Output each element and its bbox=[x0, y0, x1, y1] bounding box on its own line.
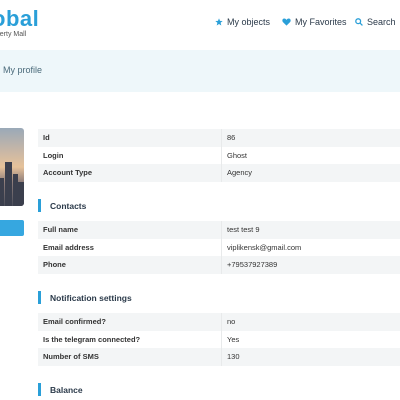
row-value: Agency bbox=[221, 164, 252, 182]
row-value: test test 9 bbox=[221, 221, 260, 239]
section-notification-settings: Notification settings bbox=[38, 291, 132, 304]
section-balance: Balance bbox=[38, 383, 83, 396]
table-row: Id 86 bbox=[38, 129, 400, 147]
row-key: Full name bbox=[43, 225, 79, 235]
breadcrumb: My profile bbox=[3, 65, 43, 75]
logo-wordmark: obal bbox=[0, 6, 40, 31]
row-key: Login bbox=[43, 150, 64, 160]
section-title: Contacts bbox=[50, 200, 87, 211]
row-value: 86 bbox=[221, 129, 235, 147]
account-info-table: Id 86 Login Ghost Account Type Agency bbox=[38, 129, 400, 182]
table-row: Account Type Agency bbox=[38, 164, 400, 182]
row-value: no bbox=[221, 313, 235, 331]
table-row: Number of SMS 130 bbox=[38, 348, 400, 366]
contacts-table: Full name test test 9 Email address vipl… bbox=[38, 221, 400, 274]
site-header: obal operty Mall My objects My Favorites… bbox=[0, 0, 400, 48]
row-value: Ghost bbox=[221, 146, 247, 164]
table-row: Is the telegram connected? Yes bbox=[38, 330, 400, 348]
section-title: Balance bbox=[50, 384, 83, 395]
table-row: Email address viplikensk@gmail.com bbox=[38, 238, 400, 256]
profile-photo bbox=[0, 128, 24, 206]
profile-action-button[interactable] bbox=[0, 220, 24, 236]
section-accent-bar bbox=[38, 199, 41, 212]
nav-my-favorites[interactable]: My Favorites bbox=[282, 17, 347, 27]
row-key: Is the telegram connected? bbox=[43, 334, 141, 344]
nav-my-objects-label: My objects bbox=[227, 17, 271, 27]
row-value: Yes bbox=[221, 330, 239, 348]
nav-search-label: Search bbox=[367, 17, 396, 27]
section-accent-bar bbox=[38, 291, 41, 304]
table-row: Login Ghost bbox=[38, 146, 400, 164]
site-logo[interactable]: obal operty Mall bbox=[0, 8, 39, 39]
table-row: Email confirmed? no bbox=[38, 313, 400, 331]
row-key: Email confirmed? bbox=[43, 317, 106, 327]
logo-tagline: operty Mall bbox=[0, 31, 27, 38]
row-key: Phone bbox=[43, 260, 66, 270]
row-value: viplikensk@gmail.com bbox=[221, 238, 301, 256]
nav-search[interactable]: Search bbox=[355, 17, 396, 27]
star-icon bbox=[215, 18, 223, 26]
table-row: Full name test test 9 bbox=[38, 221, 400, 239]
section-accent-bar bbox=[38, 383, 41, 396]
notification-settings-table: Email confirmed? no Is the telegram conn… bbox=[38, 313, 400, 366]
row-key: Account Type bbox=[43, 168, 93, 178]
row-key: Number of SMS bbox=[43, 352, 99, 362]
search-icon bbox=[355, 18, 363, 26]
section-contacts: Contacts bbox=[38, 199, 86, 212]
page-title-band bbox=[0, 50, 400, 92]
row-value: +79537927389 bbox=[221, 256, 277, 274]
section-title: Notification settings bbox=[50, 292, 132, 303]
heart-icon bbox=[282, 18, 291, 26]
row-key: Email address bbox=[43, 242, 94, 252]
row-key: Id bbox=[43, 133, 50, 143]
row-value: 130 bbox=[221, 348, 240, 366]
nav-my-favorites-label: My Favorites bbox=[295, 17, 347, 27]
nav-my-objects[interactable]: My objects bbox=[215, 17, 270, 27]
table-row: Phone +79537927389 bbox=[38, 256, 400, 274]
